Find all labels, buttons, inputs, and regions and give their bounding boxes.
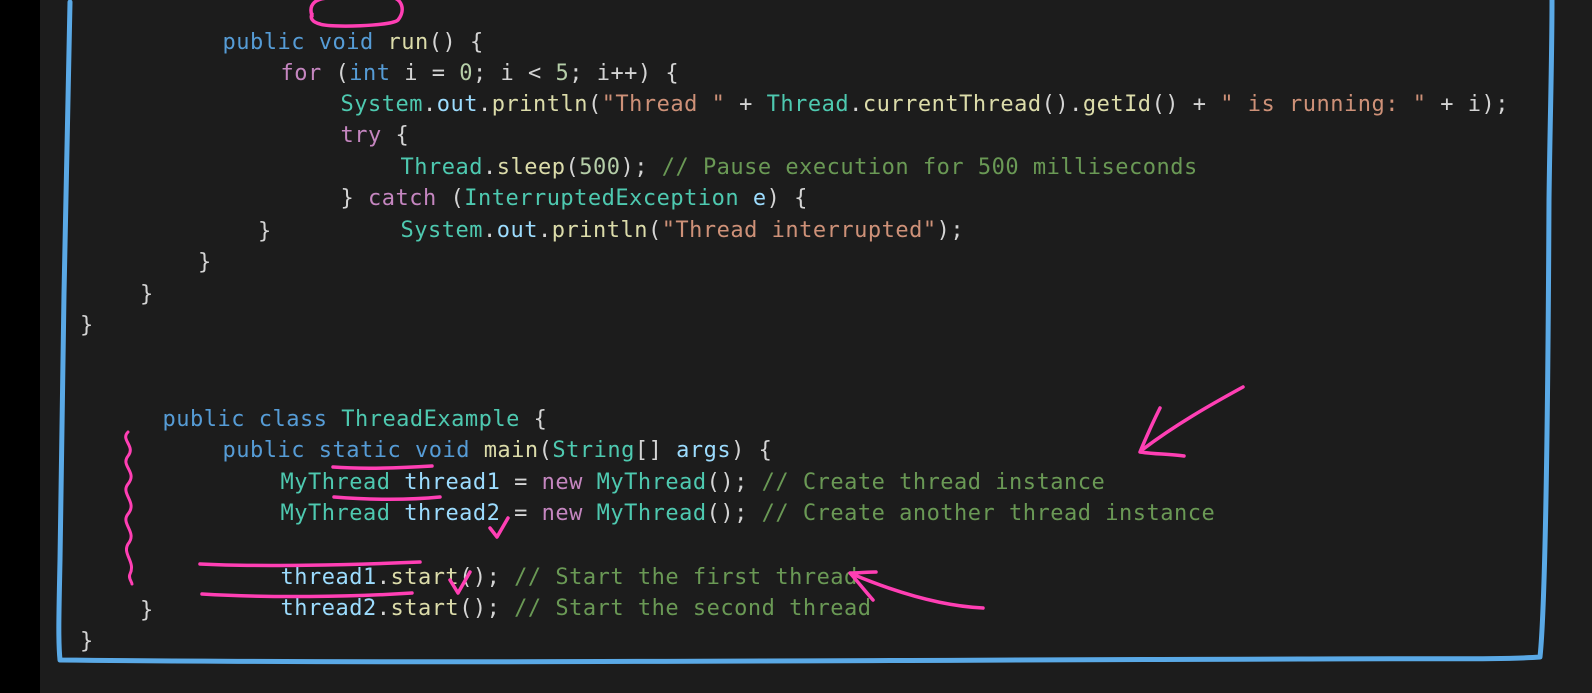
code-line-6: } catch (InterruptedException e) { (258, 154, 808, 211)
type-name: Thread (766, 92, 850, 117)
operator: () + (1151, 92, 1221, 117)
method-name: println (551, 218, 648, 243)
code-line-13: public static void main(String[] args) { (140, 406, 772, 463)
operator: + (725, 92, 767, 117)
punctuation: . (482, 218, 497, 243)
closing-brace: } (80, 629, 94, 654)
code-line-11: } (80, 311, 94, 341)
punctuation: . (422, 92, 437, 117)
code-line-7: System.out.println("Thread interrupted")… (318, 186, 964, 243)
closing-brace: } (140, 282, 154, 307)
code-line-14: MyThread thread1 = new MyThread(); // Cr… (198, 438, 1105, 495)
type-name: MyThread (280, 501, 391, 526)
type-name: MyThread (582, 501, 707, 526)
punctuation: (); (706, 501, 762, 526)
method-name: currentThread (862, 92, 1042, 117)
code-line-1: public void run() { (140, 0, 484, 55)
punctuation: ( (587, 92, 602, 117)
field-name: out (496, 218, 538, 243)
closing-brace: } (198, 250, 212, 275)
control-keyword: new (541, 501, 583, 526)
code-line-17: thread2.start(); // Start the second thr… (198, 564, 872, 621)
code-line-3: System.out.println("Thread " + Thread.cu… (258, 60, 1509, 117)
code-line-8: } (258, 217, 272, 247)
punctuation: ); (936, 218, 965, 243)
code-line-4: try { (258, 91, 409, 148)
closing-brace: } (140, 598, 154, 623)
punctuation: . (477, 92, 492, 117)
code-line-2: for (int i = 0; i < 5; i++) { (198, 29, 679, 86)
punctuation: . (537, 218, 552, 243)
code-line-12: public class ThreadExample { (80, 375, 547, 432)
closing-brace: } (258, 219, 272, 244)
code-line-16: thread1.start(); // Start the first thre… (198, 533, 858, 590)
method-name: start (390, 596, 460, 621)
code-line-9: } (198, 248, 212, 278)
variable-name: thread2 (404, 501, 501, 526)
punctuation: . (376, 596, 391, 621)
string-literal: "Thread " (601, 92, 726, 117)
operator: = (500, 501, 542, 526)
code-line-15: MyThread thread2 = new MyThread(); // Cr… (198, 469, 1215, 526)
code-line-18: } (140, 596, 154, 626)
punctuation: (); (459, 596, 515, 621)
string-literal: " is running: " (1220, 92, 1427, 117)
variable-name: thread2 (280, 596, 377, 621)
code-line-5: Thread.sleep(500); // Pause execution fo… (318, 123, 1198, 180)
closing-brace: } (80, 313, 94, 338)
code-comment: // Start the second thread (514, 596, 872, 621)
screenshot-stage: public void run() { for (int i = 0; i < … (0, 0, 1592, 693)
code-comment: // Create another thread instance (761, 501, 1216, 526)
code-block: public void run() { for (int i = 0; i < … (0, 0, 1592, 693)
punctuation: ( (647, 218, 662, 243)
type-name: System (400, 218, 483, 243)
method-name: getId (1082, 92, 1152, 117)
code-line-10: } (140, 280, 154, 310)
punctuation: . (849, 92, 863, 117)
method-name: println (491, 92, 588, 117)
code-text: + i); (1426, 92, 1509, 117)
punctuation: (). (1041, 92, 1083, 117)
code-line-19: } (80, 627, 94, 657)
string-literal: "Thread interrupted" (661, 218, 937, 243)
field-name: out (436, 92, 478, 117)
